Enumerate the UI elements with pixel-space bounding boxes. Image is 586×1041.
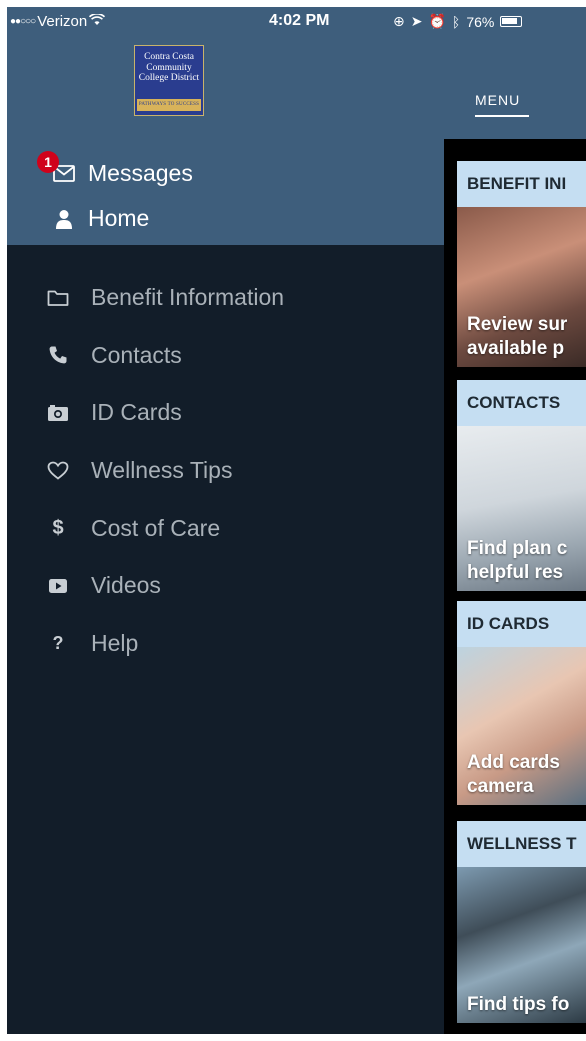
folder-icon — [45, 286, 71, 310]
bluetooth-icon: ᛒ — [451, 13, 461, 30]
messages-badge: 1 — [37, 151, 59, 173]
drawer-item-label: ID Cards — [91, 399, 182, 426]
drawer-item-label: Home — [88, 205, 150, 231]
card-description: Find tips fo — [467, 994, 570, 1015]
heart-icon — [45, 459, 71, 483]
status-icons: ⊕ ➤ ⏰ ᛒ 76% — [393, 13, 523, 30]
drawer-item-cost-of-care[interactable]: $ Cost of Care — [7, 499, 444, 557]
menu-tab[interactable]: MENU — [475, 92, 520, 108]
drawer-menu: Benefit Information Contacts ID Cards We… — [7, 269, 444, 672]
rotation-lock-icon: ⊕ — [393, 13, 405, 29]
drawer-item-id-cards[interactable]: ID Cards — [7, 384, 444, 442]
card-title: WELLNESS T — [457, 821, 586, 867]
drawer-item-label: Contacts — [91, 341, 182, 368]
dollar-icon: $ — [52, 516, 64, 539]
card-wellness-tips[interactable]: WELLNESS T Find tips fo — [457, 821, 586, 1023]
drawer-item-messages[interactable]: Messages — [52, 160, 193, 187]
battery-icon — [500, 16, 523, 27]
drawer-item-label: Wellness Tips — [91, 457, 233, 484]
logo-tagline: PATHWAYS TO SUCCESS — [137, 99, 201, 111]
alarm-icon: ⏰ — [428, 13, 446, 29]
card-title: CONTACTS — [457, 380, 586, 426]
drawer-item-contacts[interactable]: Contacts — [7, 327, 444, 385]
clock: 4:02 PM — [269, 12, 330, 29]
drawer-item-label: Videos — [91, 572, 161, 599]
phone-icon — [45, 343, 71, 367]
drawer-item-help[interactable]: ? Help — [7, 615, 444, 673]
menu-tab-underline — [475, 115, 529, 117]
app-frame: ●●○○○ Verizon 4:02 PM ⊕ ➤ ⏰ ᛒ 76% MENU B… — [7, 7, 586, 1034]
card-image: Find tips fo — [457, 867, 586, 1023]
wifi-icon — [89, 13, 106, 30]
carrier-name: Verizon — [37, 13, 88, 30]
card-description: Find plan c helpful res — [467, 538, 568, 583]
card-contacts[interactable]: CONTACTS Find plan c helpful res — [457, 380, 586, 591]
home-content: MENU BENEFIT INI Review sur available p … — [444, 7, 586, 1034]
district-logo: Contra Costa Community College District … — [134, 45, 204, 116]
user-icon — [52, 209, 76, 229]
drawer-item-home[interactable]: Home — [52, 205, 149, 232]
drawer-item-benefit-information[interactable]: Benefit Information — [7, 269, 444, 327]
carrier-indicator: ●●○○○ Verizon — [10, 13, 106, 30]
location-icon: ➤ — [410, 13, 423, 29]
card-image: Find plan c helpful res — [457, 426, 586, 591]
drawer-item-label: Cost of Care — [91, 514, 221, 541]
card-title: BENEFIT INI — [457, 161, 586, 207]
drawer-item-label: Benefit Information — [91, 284, 285, 311]
question-icon: ? — [52, 632, 64, 653]
status-bar: ●●○○○ Verizon 4:02 PM ⊕ ➤ ⏰ ᛒ 76% — [7, 7, 586, 37]
drawer-item-wellness-tips[interactable]: Wellness Tips — [7, 442, 444, 500]
card-image: Add cards camera — [457, 647, 586, 805]
card-id-cards[interactable]: ID CARDS Add cards camera — [457, 601, 586, 805]
battery-percent: 76% — [466, 13, 495, 30]
drawer-item-label: Messages — [88, 160, 193, 186]
camera-icon — [45, 401, 71, 425]
drawer-item-label: Help — [91, 629, 139, 656]
signal-icon: ●●○○○ — [10, 16, 36, 27]
side-drawer: Contra Costa Community College District … — [7, 7, 444, 1034]
card-description: Review sur available p — [467, 314, 568, 359]
card-title: ID CARDS — [457, 601, 586, 647]
drawer-item-videos[interactable]: Videos — [7, 557, 444, 615]
card-description: Add cards camera — [467, 752, 560, 797]
card-benefit-information[interactable]: BENEFIT INI Review sur available p — [457, 161, 586, 367]
video-icon — [45, 574, 71, 598]
card-image: Review sur available p — [457, 207, 586, 367]
